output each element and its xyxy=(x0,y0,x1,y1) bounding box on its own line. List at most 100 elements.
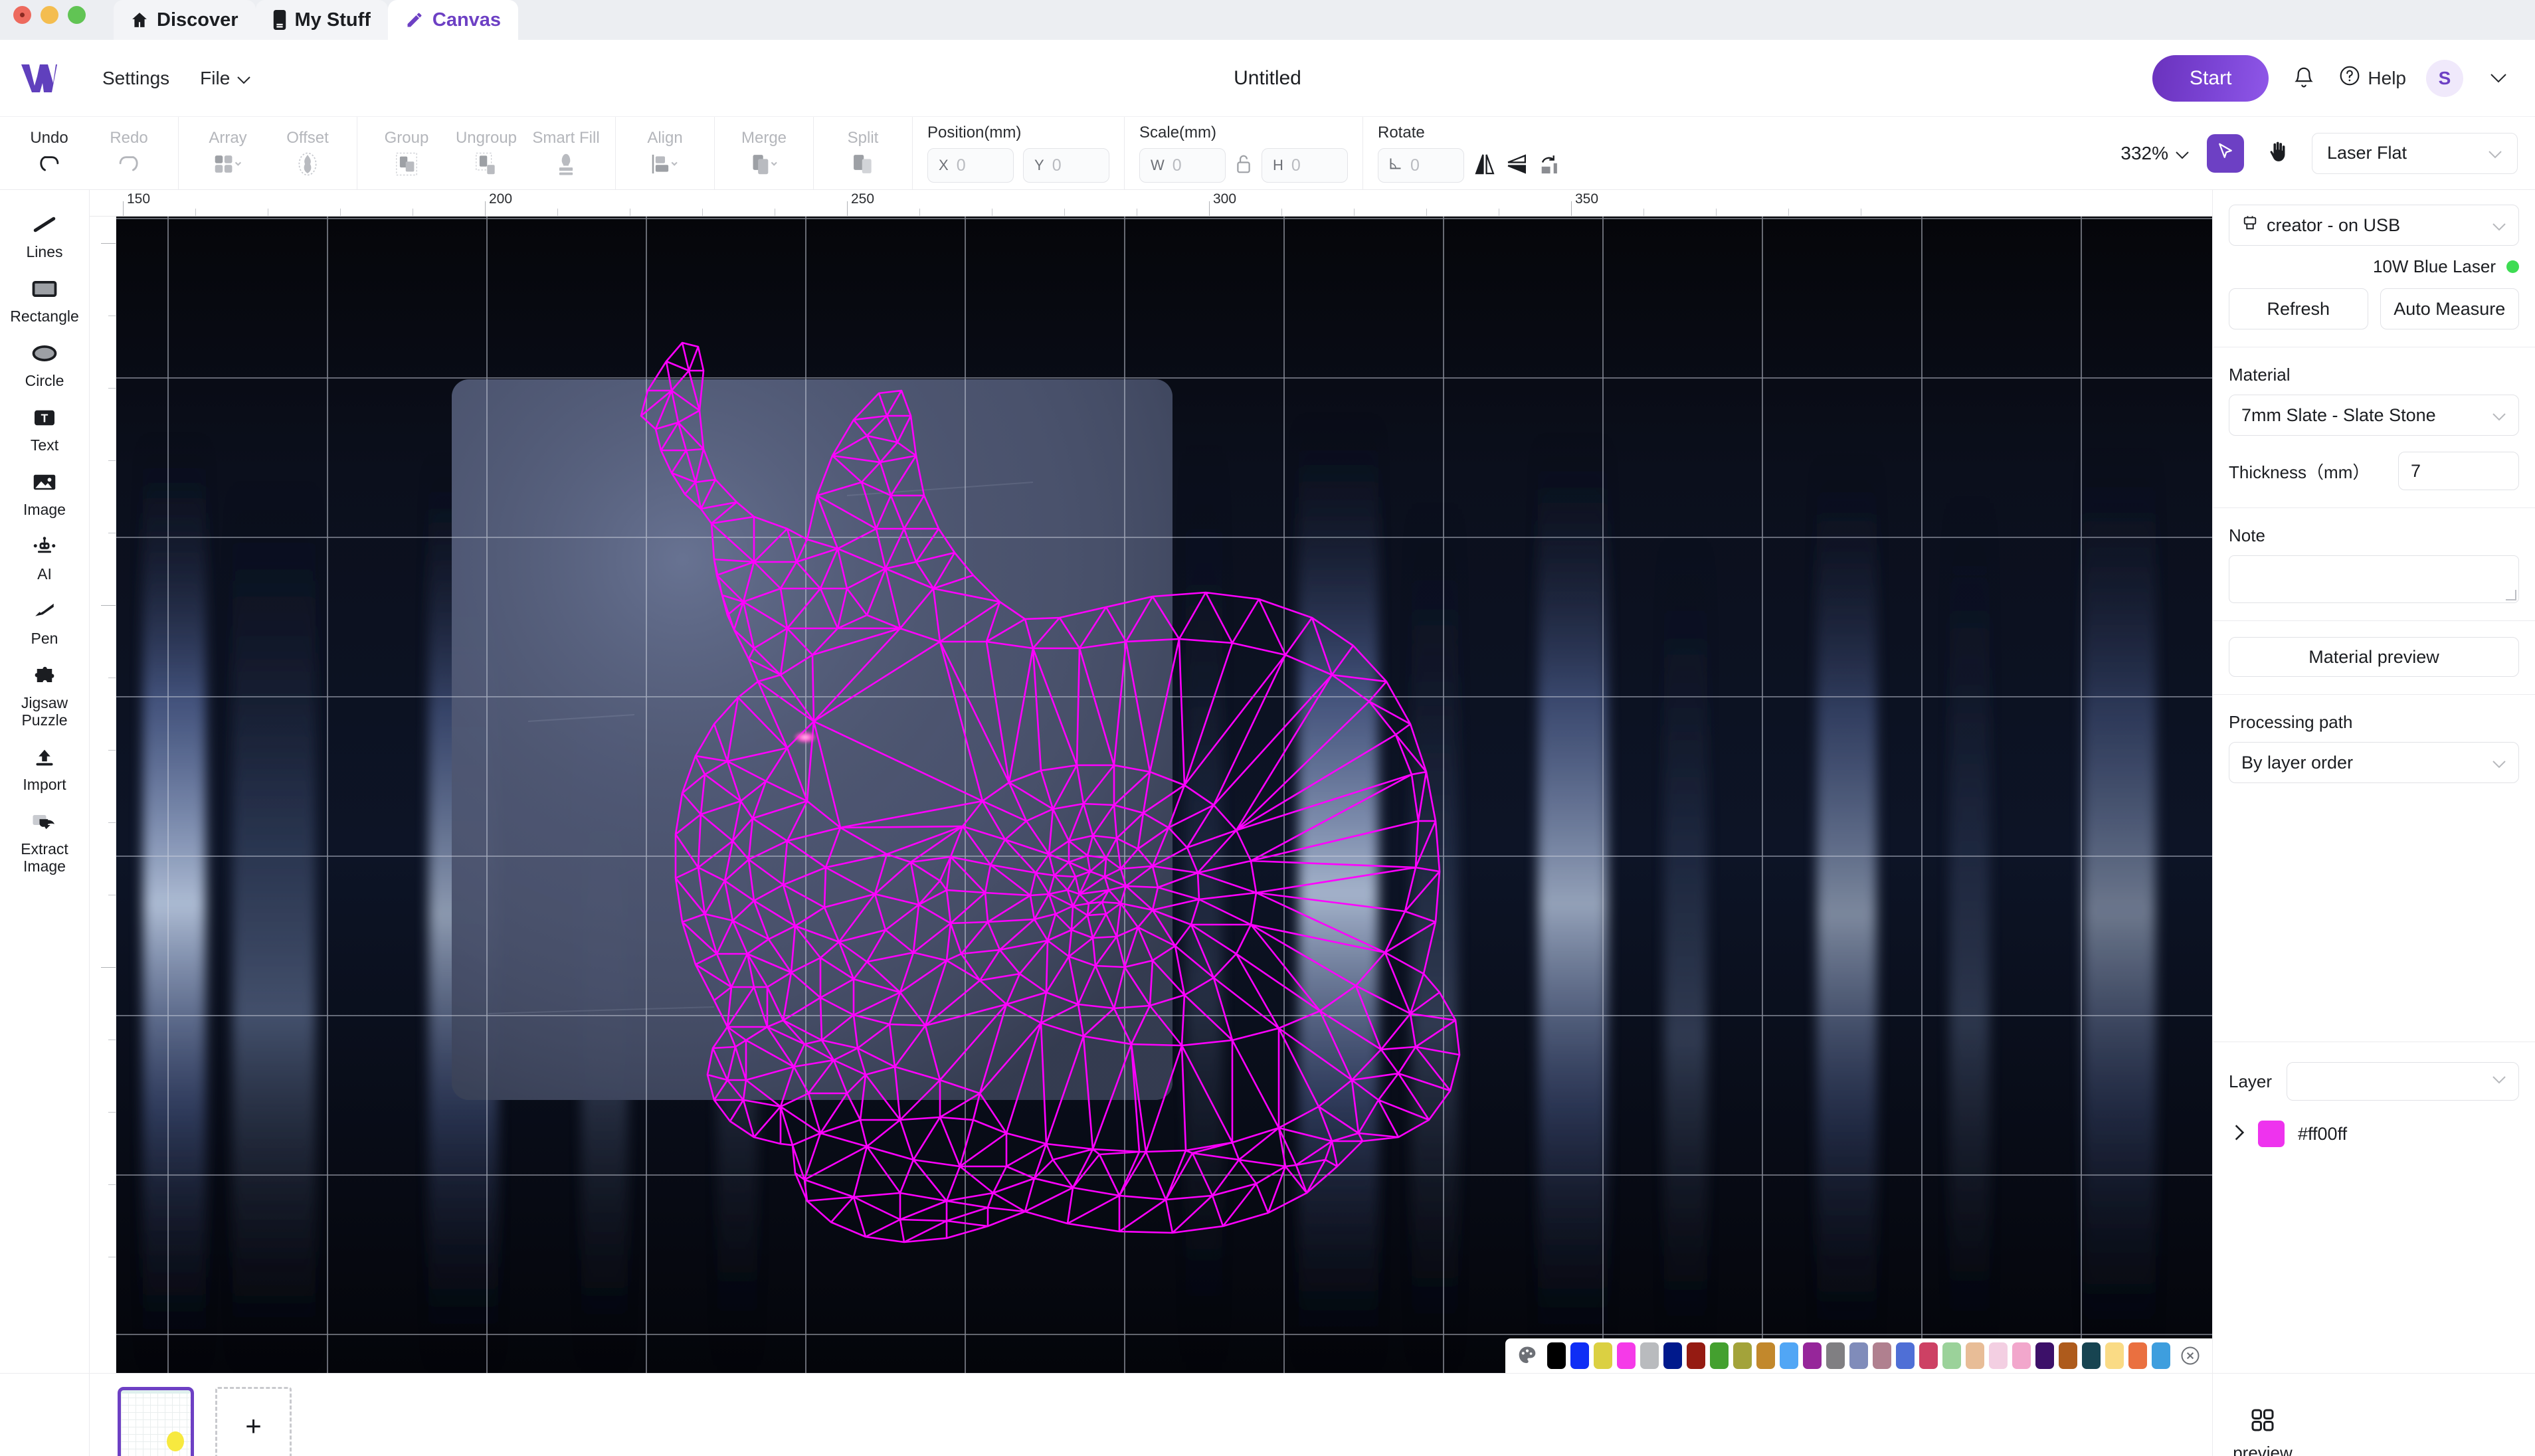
sidebar-item-circle[interactable]: Circle xyxy=(0,332,90,397)
sidebar-item-pen[interactable]: Pen xyxy=(0,590,90,654)
sidebar-item-rectangle[interactable]: Rectangle xyxy=(0,268,90,332)
sidebar-item-extract-image[interactable]: Extract Image xyxy=(0,800,90,882)
rotate-fields: Rotate 0 xyxy=(1363,117,1574,189)
scale-height-input[interactable]: H 0 xyxy=(1262,148,1348,183)
zoom-level-selector[interactable]: 332% xyxy=(2120,143,2190,164)
vertical-ruler[interactable]: 100150200 xyxy=(90,217,116,1373)
scale-fields: Scale(mm) W 0 H 0 xyxy=(1125,117,1363,189)
sidebar-item-label: Image xyxy=(23,500,66,518)
note-input[interactable] xyxy=(2229,555,2519,603)
color-swatch[interactable] xyxy=(1640,1342,1659,1369)
color-swatch[interactable] xyxy=(1570,1342,1589,1369)
layer-list-item[interactable]: #ff00ff xyxy=(2229,1121,2519,1147)
color-swatch[interactable] xyxy=(1849,1342,1868,1369)
color-swatch[interactable] xyxy=(2035,1342,2054,1369)
color-swatch[interactable] xyxy=(1617,1342,1636,1369)
help-button[interactable]: Help xyxy=(2339,65,2406,91)
chevron-down-icon xyxy=(2175,143,2190,164)
chevron-down-icon[interactable] xyxy=(2483,63,2514,94)
color-swatch[interactable] xyxy=(1919,1342,1938,1369)
view-mode-select[interactable]: Laser Flat xyxy=(2312,132,2518,174)
color-swatch[interactable] xyxy=(2152,1342,2170,1369)
sidebar-item-image[interactable]: Image xyxy=(0,461,90,525)
start-button[interactable]: Start xyxy=(2152,54,2269,102)
color-swatch[interactable] xyxy=(1594,1342,1612,1369)
color-swatch[interactable] xyxy=(1756,1342,1775,1369)
close-circle-icon[interactable] xyxy=(2179,1342,2202,1369)
color-swatch[interactable] xyxy=(2128,1342,2147,1369)
palette-icon[interactable] xyxy=(1516,1342,1539,1369)
chevron-right-icon[interactable] xyxy=(2234,1124,2245,1144)
ruler-tick xyxy=(847,201,848,216)
canvas-thumb-item[interactable]: canvas01 xyxy=(118,1387,194,1456)
minimize-window-button[interactable] xyxy=(41,5,58,24)
sidebar-item-text[interactable]: T Text xyxy=(0,397,90,461)
tab-discover[interactable]: Discover xyxy=(114,0,256,40)
select-tool-button[interactable] xyxy=(2207,134,2244,173)
color-swatch[interactable] xyxy=(1710,1342,1729,1369)
layer-color-swatch[interactable] xyxy=(2258,1121,2285,1147)
ruler-tick xyxy=(195,209,196,216)
color-swatch[interactable] xyxy=(1989,1342,2008,1369)
processing-path-select[interactable]: By layer order xyxy=(2229,742,2519,783)
scale-width-input[interactable]: W 0 xyxy=(1139,148,1226,183)
device-label: creator - on USB xyxy=(2267,215,2401,235)
color-swatch[interactable] xyxy=(1826,1342,1845,1369)
color-swatch[interactable] xyxy=(1873,1342,1891,1369)
pan-tool-button[interactable] xyxy=(2261,134,2295,173)
canvas-stage[interactable] xyxy=(116,217,2212,1373)
sidebar-item-ai[interactable]: AI xyxy=(0,525,90,590)
redo-button: Redo xyxy=(89,117,169,189)
color-swatch[interactable] xyxy=(1547,1342,1566,1369)
layer-hex-label: #ff00ff xyxy=(2298,1123,2348,1144)
auto-measure-button[interactable]: Auto Measure xyxy=(2380,288,2519,329)
sidebar-item-jigsaw-puzzle[interactable]: Jigsaw Puzzle xyxy=(0,654,90,736)
color-swatch[interactable] xyxy=(1896,1342,1915,1369)
horizontal-ruler[interactable]: 150 200 250 300 350 xyxy=(90,190,2212,217)
add-canvas-button[interactable]: + xyxy=(215,1387,292,1456)
processing-path-value: By layer order xyxy=(2241,752,2354,773)
preview-button[interactable]: preview xyxy=(2213,1407,2312,1456)
rotate-angle-input[interactable]: 0 xyxy=(1378,148,1464,183)
menu-settings[interactable]: Settings xyxy=(102,68,169,89)
position-x-value: 0 xyxy=(956,155,966,175)
flip-vertical-icon[interactable] xyxy=(1505,152,1528,179)
color-swatch[interactable] xyxy=(1780,1342,1798,1369)
color-swatch[interactable] xyxy=(2012,1342,2031,1369)
close-window-button[interactable] xyxy=(13,5,31,24)
position-y-input[interactable]: Y 0 xyxy=(1023,148,1109,183)
color-swatch[interactable] xyxy=(1966,1342,1984,1369)
thickness-input[interactable]: 7 xyxy=(2398,452,2519,490)
undo-button[interactable]: Undo xyxy=(9,117,89,189)
canvas-thumbnail[interactable] xyxy=(118,1387,194,1456)
flip-horizontal-icon[interactable] xyxy=(1473,152,1496,179)
tab-my-stuff[interactable]: My Stuff xyxy=(255,0,388,40)
color-swatch[interactable] xyxy=(1687,1342,1705,1369)
color-swatch[interactable] xyxy=(2082,1342,2101,1369)
bell-icon[interactable] xyxy=(2289,63,2319,94)
smart-fill-icon xyxy=(555,149,577,179)
tab-canvas[interactable]: Canvas xyxy=(387,0,519,40)
material-preview-button[interactable]: Material preview xyxy=(2229,637,2519,677)
color-swatch[interactable] xyxy=(1942,1342,1961,1369)
color-swatch[interactable] xyxy=(1803,1342,1822,1369)
layer-select[interactable] xyxy=(2287,1062,2519,1101)
sidebar-item-import[interactable]: Import xyxy=(0,736,90,800)
maximize-window-button[interactable] xyxy=(68,5,86,24)
position-x-input[interactable]: X 0 xyxy=(927,148,1014,183)
color-swatch[interactable] xyxy=(1663,1342,1682,1369)
toolbar-item-label: Align xyxy=(647,128,683,147)
avatar[interactable]: S xyxy=(2426,59,2463,97)
color-swatch[interactable] xyxy=(1733,1342,1752,1369)
sidebar-item-lines[interactable]: Lines xyxy=(0,203,90,268)
unlock-icon[interactable] xyxy=(1235,153,1252,178)
rotate-icon[interactable] xyxy=(1537,152,1560,179)
bunny-wireframe[interactable] xyxy=(116,217,2212,1373)
divider xyxy=(2213,507,2535,508)
color-swatch[interactable] xyxy=(2105,1342,2124,1369)
color-swatch[interactable] xyxy=(2059,1342,2077,1369)
device-select[interactable]: creator - on USB xyxy=(2229,205,2519,246)
material-select[interactable]: 7mm Slate - Slate Stone xyxy=(2229,395,2519,436)
menu-file[interactable]: File xyxy=(200,68,251,89)
refresh-button[interactable]: Refresh xyxy=(2229,288,2368,329)
